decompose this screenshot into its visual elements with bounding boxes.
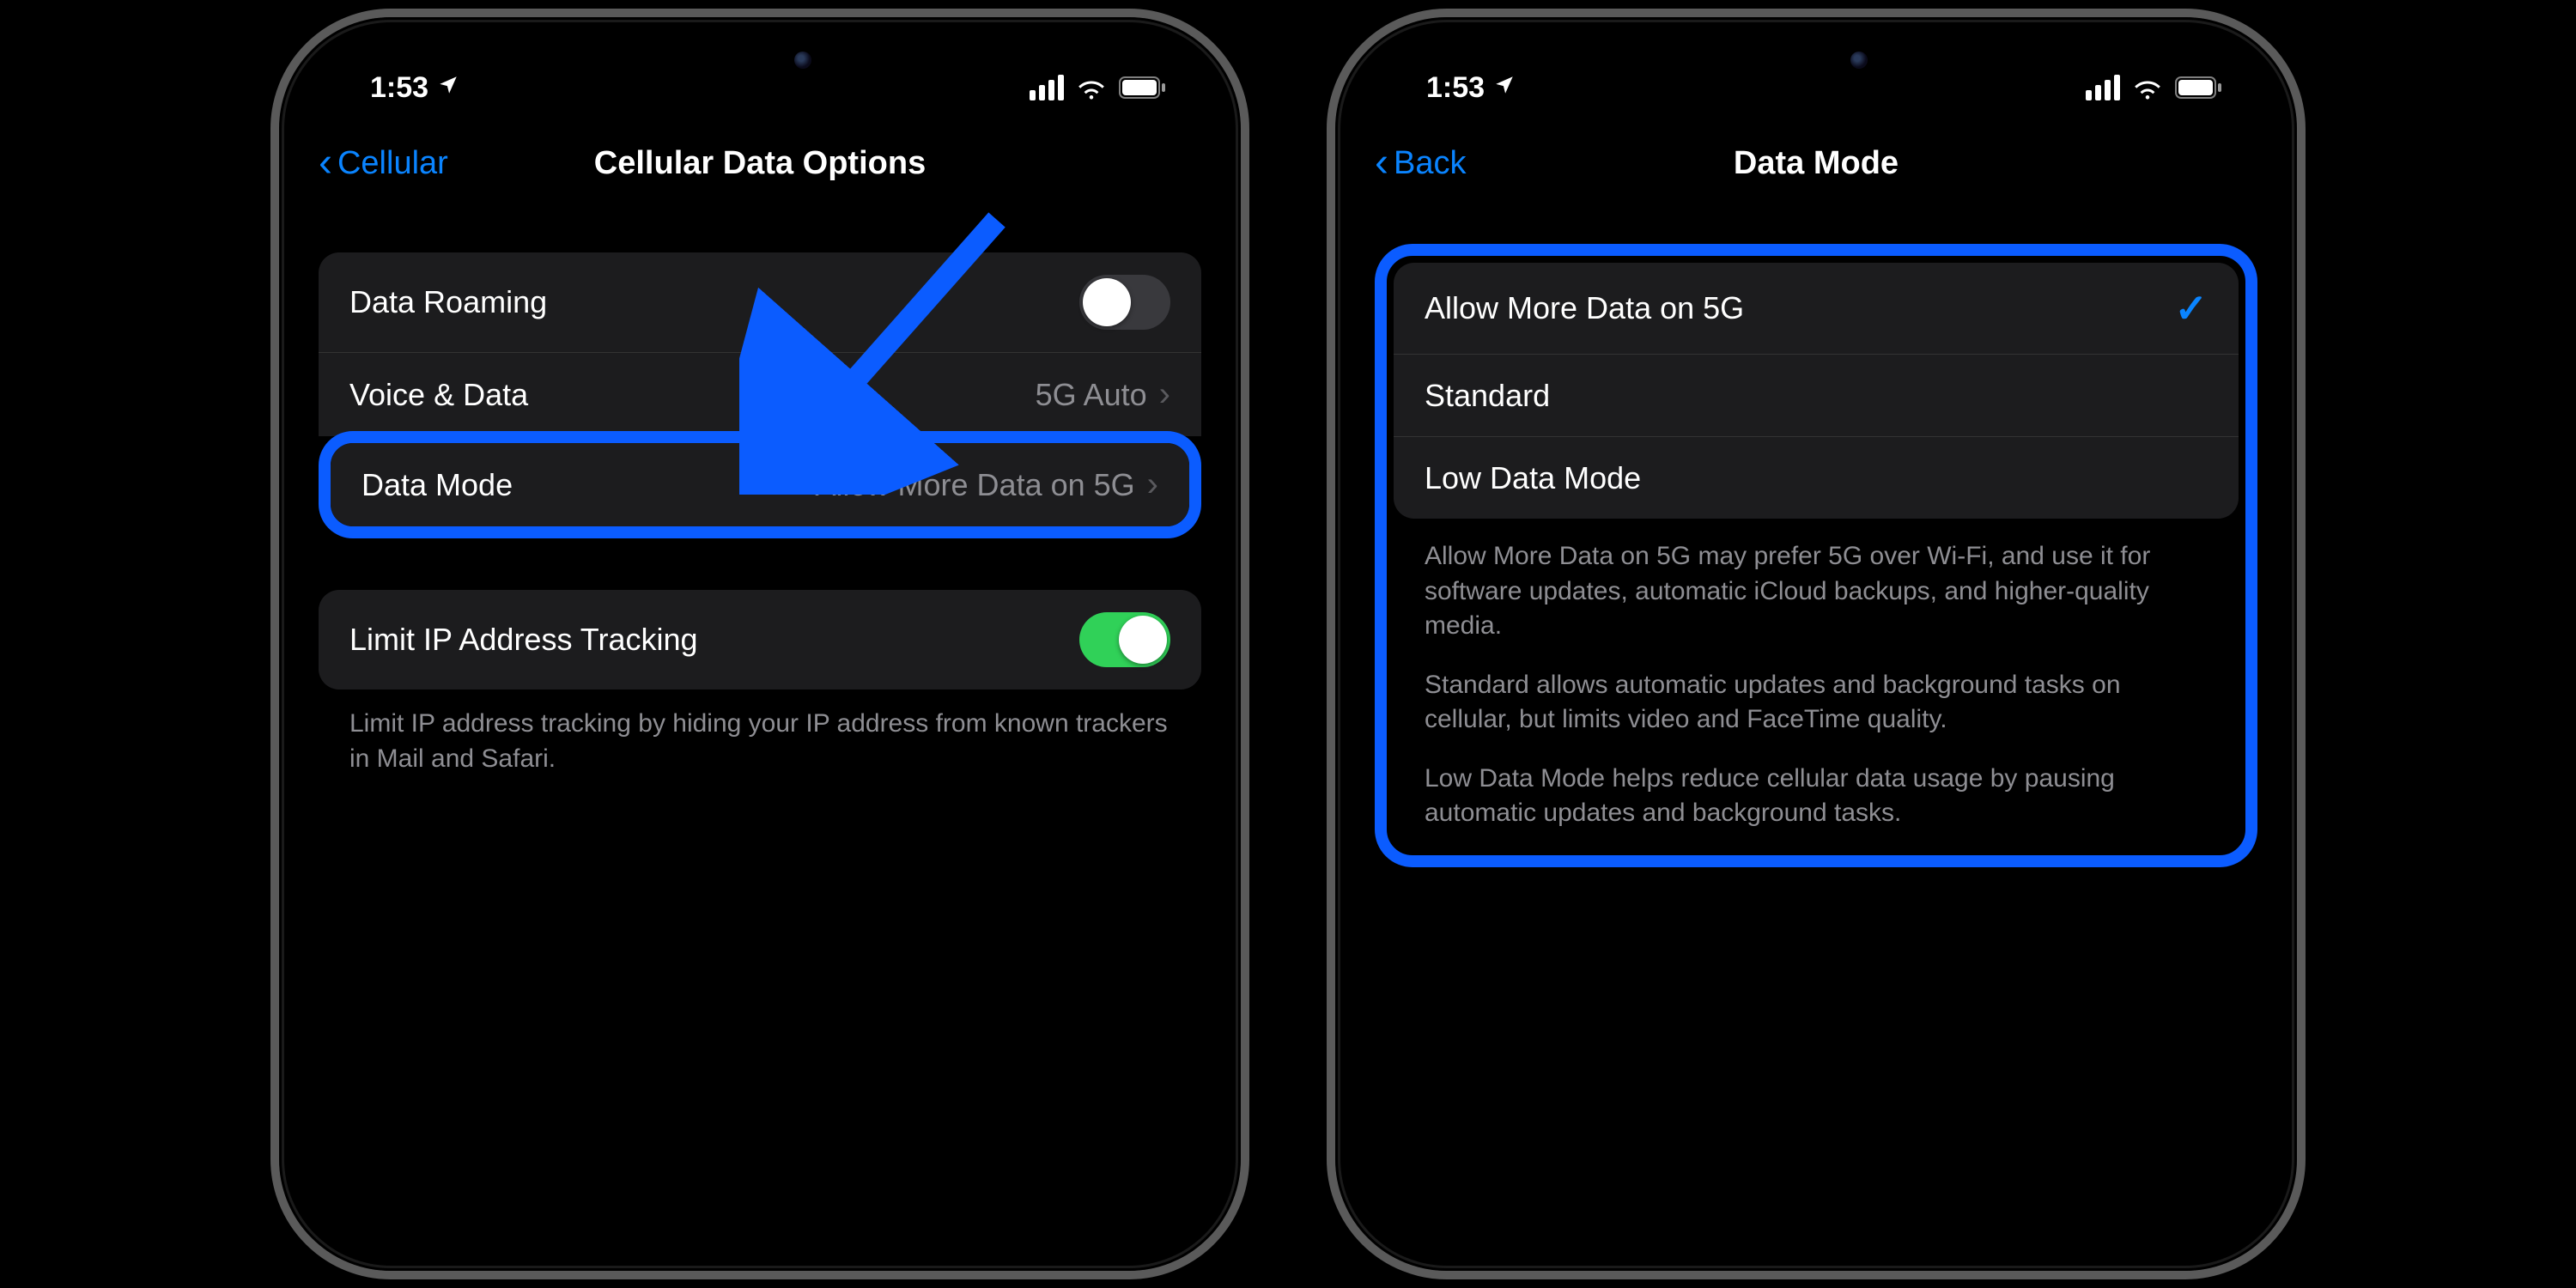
mute-switch xyxy=(270,378,272,438)
location-icon xyxy=(437,74,459,102)
row-label: Data Mode xyxy=(361,467,513,503)
row-value: Allow More Data on 5G xyxy=(816,467,1135,503)
back-button[interactable]: ‹ Cellular xyxy=(319,143,448,184)
wifi-icon xyxy=(1076,76,1107,100)
highlight-annotation: Data Mode Allow More Data on 5G › xyxy=(319,431,1201,538)
nav-bar: ‹ Cellular Cellular Data Options xyxy=(293,117,1227,218)
row-data-mode[interactable]: Data Mode Allow More Data on 5G › xyxy=(331,443,1189,526)
power-button xyxy=(2304,507,2306,696)
battery-icon xyxy=(2175,76,2223,99)
wifi-icon xyxy=(2132,76,2163,100)
status-time: 1:53 xyxy=(1426,71,1485,105)
row-value: 5G Auto xyxy=(1036,377,1147,413)
volume-up-button xyxy=(1327,481,1328,601)
phone-left: 1:53 ‹ Cellular Cellular Data Option xyxy=(270,9,1249,1279)
row-label: Limit IP Address Tracking xyxy=(349,622,698,658)
mode-description-1: Allow More Data on 5G may prefer 5G over… xyxy=(1394,519,2239,644)
mode-description-2: Standard allows automatic updates and ba… xyxy=(1394,644,2239,738)
battery-icon xyxy=(1119,76,1167,99)
chevron-right-icon: › xyxy=(1147,465,1158,504)
row-voice-data[interactable]: Voice & Data 5G Auto › xyxy=(319,352,1201,436)
limit-ip-tracking-toggle[interactable] xyxy=(1079,612,1170,667)
highlight-annotation: Allow More Data on 5G ✓ Standard Low Dat… xyxy=(1375,244,2257,867)
chevron-left-icon: ‹ xyxy=(1375,143,1388,184)
notch xyxy=(1653,31,1979,89)
option-label: Allow More Data on 5G xyxy=(1425,290,1744,326)
status-time: 1:53 xyxy=(370,71,428,105)
screen: 1:53 ‹ Back Data Mode xyxy=(1349,31,2283,1257)
chevron-right-icon: › xyxy=(1159,375,1170,414)
group-footer-text: Limit IP address tracking by hiding your… xyxy=(319,690,1201,776)
power-button xyxy=(1248,507,1249,696)
option-allow-more-5g[interactable]: Allow More Data on 5G ✓ xyxy=(1394,263,2239,354)
screen: 1:53 ‹ Cellular Cellular Data Option xyxy=(293,31,1227,1257)
front-camera-icon xyxy=(794,52,811,69)
notch xyxy=(597,31,923,89)
settings-group-data: Data Roaming Voice & Data 5G Auto › xyxy=(319,252,1201,436)
cellular-signal-icon xyxy=(1030,75,1064,100)
back-button[interactable]: ‹ Back xyxy=(1375,143,1466,184)
option-label: Standard xyxy=(1425,378,1550,414)
settings-group-tracking: Limit IP Address Tracking xyxy=(319,590,1201,690)
option-low-data-mode[interactable]: Low Data Mode xyxy=(1394,436,2239,519)
mode-description-3: Low Data Mode helps reduce cellular data… xyxy=(1394,738,2239,848)
location-icon xyxy=(1493,74,1516,102)
volume-down-button xyxy=(270,635,272,756)
back-label: Back xyxy=(1394,145,1466,182)
front-camera-icon xyxy=(1850,52,1868,69)
option-label: Low Data Mode xyxy=(1425,460,1641,496)
chevron-left-icon: ‹ xyxy=(319,143,332,184)
mute-switch xyxy=(1327,378,1328,438)
back-label: Cellular xyxy=(337,145,448,182)
volume-up-button xyxy=(270,481,272,601)
row-label: Data Roaming xyxy=(349,284,547,320)
option-standard[interactable]: Standard xyxy=(1394,354,2239,436)
data-mode-options-group: Allow More Data on 5G ✓ Standard Low Dat… xyxy=(1394,263,2239,519)
phone-right: 1:53 ‹ Back Data Mode xyxy=(1327,9,2306,1279)
row-limit-ip-tracking[interactable]: Limit IP Address Tracking xyxy=(319,590,1201,690)
page-title: Data Mode xyxy=(1349,145,2283,182)
row-label: Voice & Data xyxy=(349,377,528,413)
nav-bar: ‹ Back Data Mode xyxy=(1349,117,2283,218)
volume-down-button xyxy=(1327,635,1328,756)
cellular-signal-icon xyxy=(2086,75,2120,100)
data-roaming-toggle[interactable] xyxy=(1079,275,1170,330)
row-data-roaming[interactable]: Data Roaming xyxy=(319,252,1201,352)
checkmark-icon: ✓ xyxy=(2174,285,2208,331)
